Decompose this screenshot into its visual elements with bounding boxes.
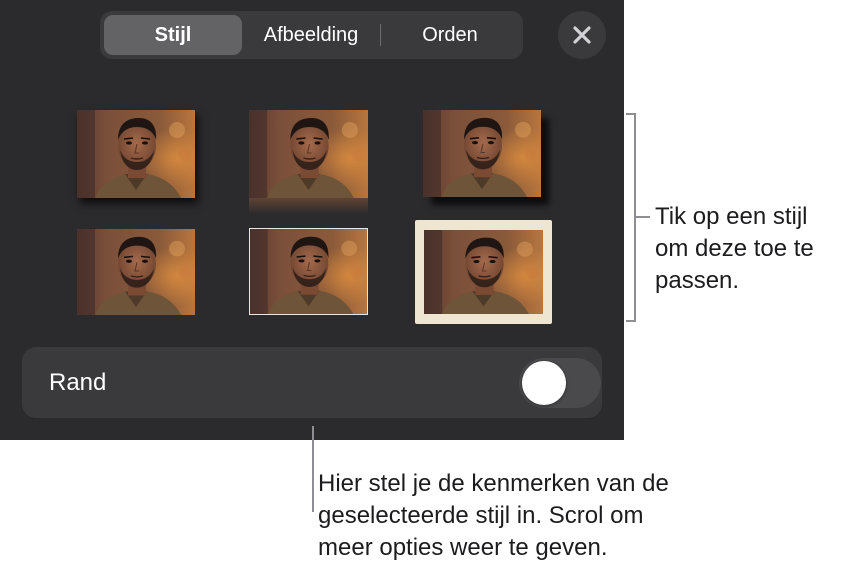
bracket-top-tick (626, 113, 636, 115)
style-thumbnail-shadow-right[interactable] (423, 110, 541, 197)
style-thumbnail-photo-frame[interactable] (415, 220, 552, 324)
portrait-image (77, 229, 195, 315)
segmented-control: Stijl Afbeelding Orden (100, 11, 523, 59)
style-thumbnail-reflection[interactable] (249, 110, 368, 214)
style-thumbnail-thin-border[interactable] (249, 228, 368, 315)
portrait-image (423, 110, 541, 197)
bracket-leader (636, 216, 650, 218)
callout-styles: Tik op een stijl om deze toe te passen. (655, 203, 814, 294)
tab-orden[interactable]: Orden (381, 15, 519, 55)
border-row: Rand (22, 347, 602, 418)
framed-photo (424, 230, 543, 314)
close-icon (573, 26, 591, 44)
tab-afbeelding[interactable]: Afbeelding (242, 15, 380, 55)
toggle-knob (522, 361, 566, 405)
callout-border: Hier stel je de kenmerken van de geselec… (318, 470, 669, 561)
bottom-leader-line (312, 426, 314, 512)
border-toggle[interactable] (519, 358, 601, 408)
portrait-image (249, 110, 368, 198)
style-thumbnail-plain[interactable] (77, 229, 195, 315)
tab-stijl[interactable]: Stijl (104, 15, 242, 55)
close-button[interactable] (558, 11, 606, 59)
page: Stijl Afbeelding Orden Rand Tik op een s… (0, 0, 859, 575)
portrait-image (77, 110, 195, 198)
reflection (249, 198, 368, 214)
style-thumbnail-shadow[interactable] (77, 110, 195, 198)
portrait-image (424, 230, 543, 314)
bracket-bottom-tick (626, 320, 636, 322)
portrait-image (250, 229, 367, 314)
format-panel: Stijl Afbeelding Orden Rand (0, 0, 624, 440)
border-label: Rand (49, 369, 107, 396)
